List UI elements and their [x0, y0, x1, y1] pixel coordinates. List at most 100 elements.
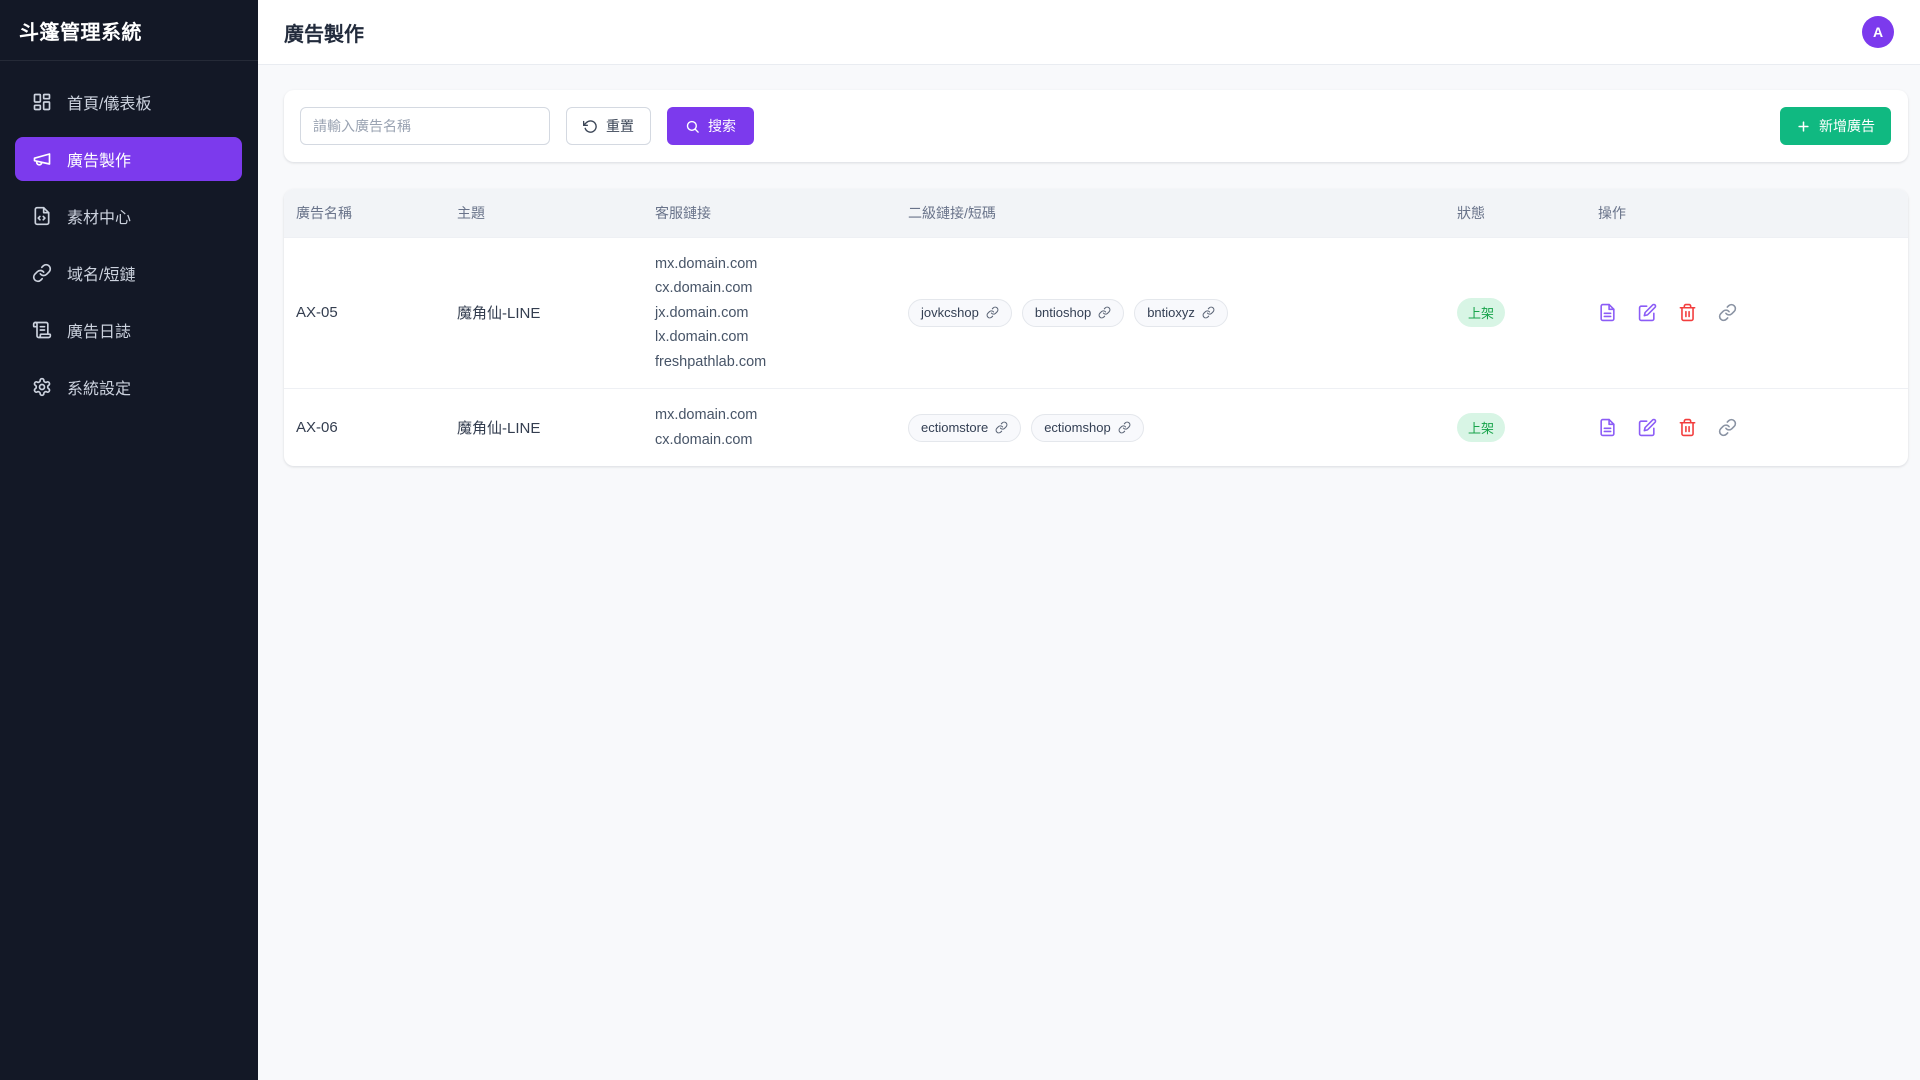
add-ad-button[interactable]: 新增廣告 — [1780, 107, 1891, 145]
file-text-icon — [1600, 304, 1615, 322]
short-code-label: jovkcshop — [921, 305, 979, 321]
page-title: 廣告製作 — [284, 23, 364, 46]
add-ad-button-label: 新增廣告 — [1819, 118, 1875, 134]
service-link: mx.domain.com — [655, 407, 758, 423]
table-header: 廣告名稱 主題 客服鏈接 二級鏈接/短碼 狀態 操作 — [284, 189, 1908, 237]
filter-bar: 重置 搜索 新增廣告 — [284, 90, 1908, 162]
megaphone-icon — [33, 153, 51, 166]
chip-link-slot — [1202, 306, 1215, 319]
app-title: 斗篷管理系統 — [0, 0, 258, 61]
short-codes: jovkcshop bntioshop bntioxyz — [908, 298, 1433, 327]
delete-button[interactable] — [1678, 418, 1697, 437]
short-code-chip[interactable]: ectiomstore — [908, 413, 1022, 442]
filter-left-group: 重置 搜索 — [300, 107, 754, 145]
chip-link-slot — [995, 421, 1008, 434]
service-link: mx.domain.com — [655, 255, 758, 272]
main-area: 廣告製作 A 重置 搜索 新增廣告 — [258, 0, 1920, 1080]
ad-topic: 魔角仙-LINE — [457, 305, 541, 323]
nav-icon-slot — [32, 263, 52, 283]
content: 重置 搜索 新增廣告 廣告名稱主題客服鏈接二級鏈接/短碼狀態操作 — [258, 65, 1920, 466]
row-actions — [1598, 303, 1896, 322]
file-text-icon — [1600, 418, 1615, 437]
short-code-label: bntioshop — [1034, 305, 1092, 321]
sidebar-item-label: 廣告製作 — [67, 153, 132, 170]
plus-icon — [1798, 120, 1809, 132]
view-detail-button[interactable] — [1598, 303, 1617, 322]
reset-button-label: 重置 — [606, 118, 634, 134]
ad-name: AX-06 — [296, 419, 338, 436]
column-header: 主題 — [445, 189, 643, 237]
table-body: AX-05 魔角仙-LINE mx.domain.com cx.domain.co… — [284, 236, 1908, 466]
ad-topic: 魔角仙-LINE — [457, 420, 541, 437]
link-icon — [1098, 306, 1111, 319]
view-detail-button[interactable] — [1598, 418, 1617, 437]
sidebar-nav: 首頁/儀表板 廣告製作 素材中心 域名/短鏈 廣告日誌 系統設定 — [0, 61, 258, 409]
nav-icon-slot — [32, 206, 52, 226]
sidebar-item-scroll[interactable]: 廣告日誌 — [15, 308, 242, 352]
gear-icon — [33, 377, 51, 397]
chip-link-slot — [986, 306, 999, 319]
reset-button[interactable]: 重置 — [566, 107, 651, 145]
table-row: AX-06 魔角仙-LINE mx.domain.com cx.domain.co… — [284, 388, 1908, 466]
trash-icon — [1679, 304, 1696, 322]
status-badge: 上架 — [1457, 298, 1506, 328]
link-icon — [1718, 418, 1737, 437]
link-icon — [986, 306, 999, 319]
short-codes: ectiomstore ectiomshop — [908, 413, 1433, 442]
service-link: freshpathlab.com — [655, 353, 767, 370]
short-code-chip[interactable]: ectiomshop — [1031, 413, 1144, 442]
column-header: 狀態 — [1445, 189, 1586, 237]
link-icon — [995, 421, 1008, 434]
edit-button[interactable] — [1638, 418, 1657, 437]
sidebar-item-label: 域名/短鏈 — [67, 267, 136, 284]
edit-icon — [1638, 303, 1657, 322]
service-link: cx.domain.com — [655, 280, 753, 296]
sidebar-item-megaphone[interactable]: 廣告製作 — [15, 137, 242, 181]
service-links: mx.domain.com cx.domain.com jx.domain.com l… — [655, 252, 884, 375]
column-header: 客服鏈接 — [643, 189, 896, 237]
link-icon — [1718, 304, 1737, 322]
column-header: 二級鏈接/短碼 — [896, 189, 1445, 237]
sidebar-item-link[interactable]: 域名/短鏈 — [15, 251, 242, 295]
service-link: lx.domain.com — [655, 329, 749, 345]
file-code-icon — [34, 206, 50, 226]
ad-name-search-input[interactable] — [300, 107, 550, 145]
ads-table: 廣告名稱 主題 客服鏈接 二級鏈接/短碼 狀態 操作 AX-05 魔角仙-LINE mx.… — [284, 189, 1908, 466]
copy-link-button[interactable] — [1718, 303, 1737, 322]
sidebar-item-label: 廣告日誌 — [67, 324, 132, 341]
sidebar-item-gear[interactable]: 系統設定 — [15, 365, 242, 409]
short-code-label: ectiomshop — [1044, 420, 1111, 435]
status-badge: 上架 — [1457, 413, 1506, 442]
nav-icon-slot — [32, 320, 52, 340]
service-link: jx.domain.com — [655, 304, 749, 321]
delete-button[interactable] — [1678, 303, 1697, 322]
sidebar-item-label: 首頁/儀表板 — [67, 96, 152, 113]
topbar: 廣告製作 A — [258, 0, 1920, 65]
edit-icon — [1638, 418, 1657, 437]
service-links: mx.domain.com cx.domain.com — [655, 403, 884, 452]
sidebar-item-label: 素材中心 — [67, 210, 132, 227]
search-button[interactable]: 搜索 — [667, 107, 754, 145]
column-header: 操作 — [1586, 189, 1908, 237]
scroll-icon — [32, 321, 52, 339]
sidebar-item-label: 系統設定 — [67, 381, 132, 398]
sidebar-item-file-code[interactable]: 素材中心 — [15, 194, 242, 238]
edit-button[interactable] — [1638, 303, 1657, 322]
table-row: AX-05 魔角仙-LINE mx.domain.com cx.domain.co… — [284, 236, 1908, 389]
ads-table-card: 廣告名稱 主題 客服鏈接 二級鏈接/短碼 狀態 操作 AX-05 魔角仙-LINE mx.… — [284, 189, 1908, 466]
reset-icon — [583, 119, 597, 133]
service-link: cx.domain.com — [655, 431, 753, 448]
trash-icon — [1679, 418, 1696, 437]
sidebar: 斗篷管理系統 首頁/儀表板 廣告製作 素材中心 域名/短鏈 廣告日誌 系統設定 — [0, 0, 258, 1080]
short-code-label: ectiomstore — [921, 420, 989, 435]
search-button-label: 搜索 — [708, 118, 736, 134]
short-code-chip[interactable]: bntioshop — [1021, 298, 1125, 327]
ad-name: AX-05 — [296, 304, 338, 322]
short-code-chip[interactable]: jovkcshop — [908, 298, 1012, 327]
chip-link-slot — [1118, 421, 1131, 434]
short-code-chip[interactable]: bntioxyz — [1134, 298, 1228, 327]
sidebar-item-dashboard[interactable]: 首頁/儀表板 — [15, 80, 242, 124]
user-avatar[interactable]: A — [1862, 16, 1894, 48]
link-icon — [1118, 421, 1131, 434]
copy-link-button[interactable] — [1718, 418, 1737, 437]
